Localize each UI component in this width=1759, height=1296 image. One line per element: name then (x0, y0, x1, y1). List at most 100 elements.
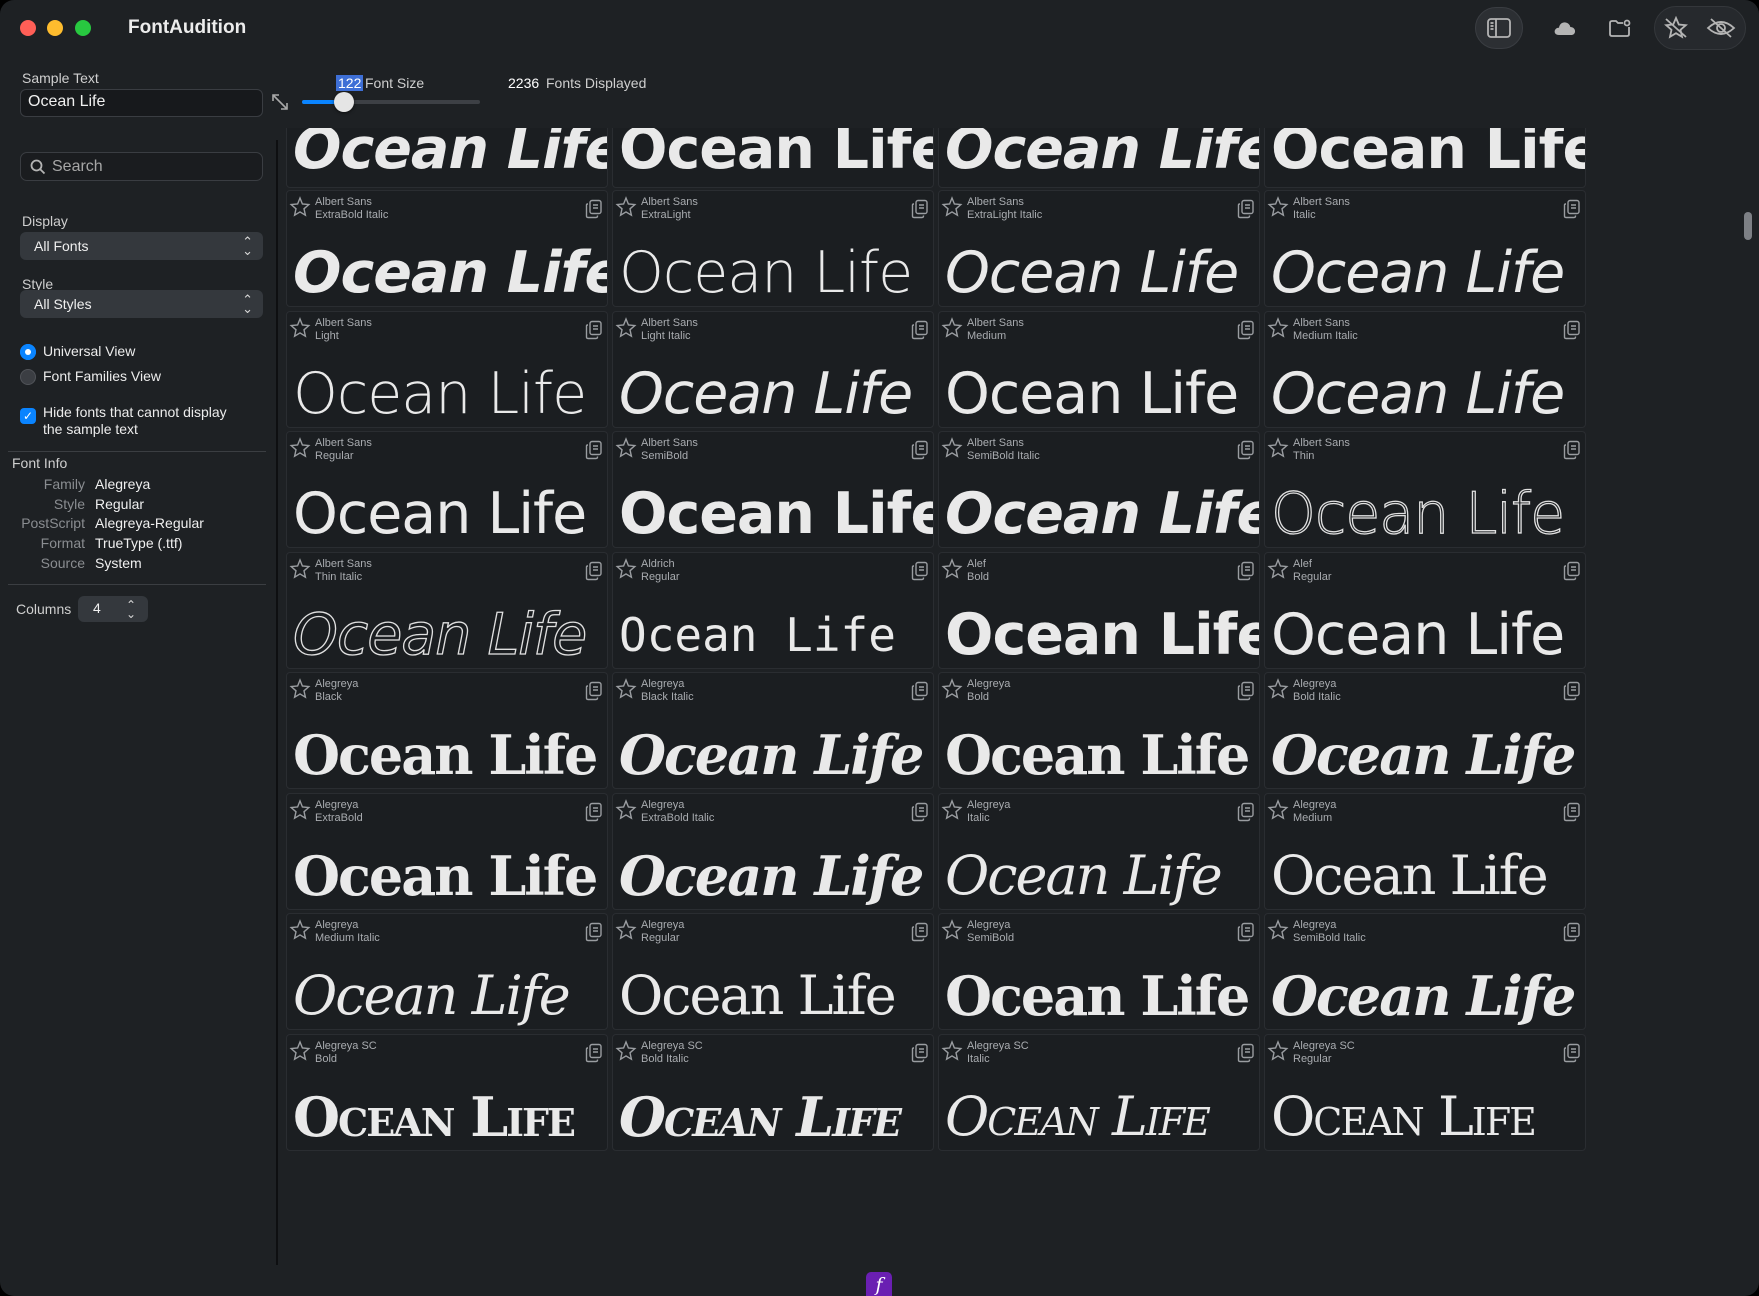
favorite-star-icon[interactable] (1267, 196, 1289, 218)
font-card[interactable]: Alegreya Italic Ocean Life (938, 792, 1260, 910)
font-card[interactable]: Alegreya Bold Italic Ocean Life (1264, 672, 1586, 789)
favorite-star-icon[interactable] (1267, 437, 1289, 459)
font-card[interactable]: Alegreya Black Ocean Life (286, 672, 608, 789)
copy-icon[interactable] (1237, 681, 1255, 701)
favorite-star-icon[interactable] (289, 919, 311, 941)
copy-icon[interactable] (1563, 1043, 1581, 1063)
font-card[interactable]: Albert Sans ExtraLight Ocean Life (612, 190, 934, 307)
favorite-star-icon[interactable] (941, 316, 963, 339)
font-card[interactable]: Albert Sans SemiBold Italic Ocean Life (938, 431, 1260, 548)
close-window-button[interactable] (20, 20, 36, 36)
favorite-star-icon[interactable] (615, 557, 637, 580)
copy-icon[interactable] (911, 199, 929, 219)
favorite-star-icon[interactable] (615, 678, 637, 700)
copy-icon[interactable] (1563, 922, 1581, 942)
favorite-star-icon[interactable] (1267, 678, 1289, 700)
expand-sample-button[interactable] (270, 92, 290, 112)
font-card[interactable]: Alegreya ExtraBold Italic Ocean Life (612, 792, 934, 910)
favorite-star-icon[interactable] (289, 316, 311, 339)
font-card[interactable]: Alegreya Regular Ocean Life (612, 913, 934, 1030)
copy-icon[interactable] (911, 802, 929, 822)
minimize-window-button[interactable] (47, 20, 63, 36)
copy-icon[interactable] (1237, 320, 1255, 340)
favorites-filter-button[interactable] (1652, 7, 1700, 49)
font-card[interactable]: Albert Sans ExtraLight Italic Ocean Life (938, 190, 1260, 307)
copy-icon[interactable] (1237, 199, 1255, 219)
copy-icon[interactable] (1563, 440, 1581, 460)
favorite-star-icon[interactable] (615, 437, 637, 459)
grid-scrollbar[interactable] (1741, 140, 1755, 1265)
font-card[interactable]: Alegreya SemiBold Italic Ocean Life (1264, 913, 1586, 1030)
font-card[interactable]: Alegreya SC Regular Ocean Life (1264, 1033, 1586, 1151)
favorite-star-icon[interactable] (1267, 1039, 1289, 1062)
copy-icon[interactable] (585, 681, 603, 701)
favorite-star-icon[interactable] (941, 678, 963, 700)
font-card[interactable]: Albert Sans Light Ocean Life (286, 310, 608, 428)
font-card[interactable]: Alegreya SC Italic Ocean Life (938, 1033, 1260, 1151)
font-card[interactable]: Albert Sans SemiBold Ocean Life (612, 431, 934, 548)
favorite-star-icon[interactable] (615, 196, 637, 218)
favorite-star-icon[interactable] (615, 1039, 637, 1062)
font-card[interactable]: Alegreya SemiBold Ocean Life (938, 913, 1260, 1030)
open-folder-button[interactable] (1596, 7, 1644, 49)
search-field[interactable]: Search (20, 152, 263, 181)
scroll-thumb[interactable] (1744, 212, 1752, 240)
copy-icon[interactable] (1563, 561, 1581, 581)
favorite-star-icon[interactable] (615, 919, 637, 941)
slider-knob[interactable] (333, 92, 354, 112)
favorite-star-icon[interactable] (941, 196, 963, 218)
font-card[interactable]: Alegreya ExtraBold Ocean Life (286, 792, 608, 910)
copy-icon[interactable] (1237, 802, 1255, 822)
copy-icon[interactable] (1563, 802, 1581, 822)
font-card[interactable]: Alef Bold Ocean Life (938, 551, 1260, 669)
favorite-star-icon[interactable] (289, 678, 311, 700)
font-card[interactable]: Ocean Life (286, 128, 608, 188)
font-card[interactable]: Albert Sans Medium Italic Ocean Life (1264, 310, 1586, 428)
copy-icon[interactable] (585, 922, 603, 942)
cloud-button[interactable] (1541, 7, 1589, 49)
font-card[interactable]: Alegreya SC Bold Italic Ocean Life (612, 1033, 934, 1151)
favorite-star-icon[interactable] (941, 557, 963, 580)
font-card[interactable]: Alegreya Bold Ocean Life (938, 672, 1260, 789)
columns-stepper[interactable]: 4 ⌃ ⌄ (78, 596, 148, 622)
favorite-star-icon[interactable] (941, 1039, 963, 1062)
font-card[interactable]: Albert Sans Thin Italic Ocean Life (286, 551, 608, 669)
favorite-star-icon[interactable] (289, 437, 311, 459)
copy-icon[interactable] (911, 922, 929, 942)
font-card[interactable]: Albert Sans Regular Ocean Life (286, 431, 608, 548)
sidebar-toggle-button[interactable] (1475, 7, 1523, 49)
font-card[interactable]: Alegreya Black Italic Ocean Life (612, 672, 934, 789)
font-card[interactable]: Albert Sans Light Italic Ocean Life (612, 310, 934, 428)
font-card[interactable]: Alegreya SC Bold Ocean Life (286, 1033, 608, 1151)
font-card[interactable]: Ocean Life (938, 128, 1260, 188)
font-families-view-radio[interactable]: Font Families View (20, 368, 161, 385)
favorite-star-icon[interactable] (1267, 919, 1289, 941)
copy-icon[interactable] (585, 440, 603, 460)
favorite-star-icon[interactable] (1267, 316, 1289, 339)
copy-icon[interactable] (585, 199, 603, 219)
font-card[interactable]: Alef Regular Ocean Life (1264, 551, 1586, 669)
copy-icon[interactable] (1563, 681, 1581, 701)
copy-icon[interactable] (585, 802, 603, 822)
copy-icon[interactable] (585, 1043, 603, 1063)
maximize-window-button[interactable] (75, 20, 91, 36)
font-card[interactable]: Albert Sans Italic Ocean Life (1264, 190, 1586, 307)
copy-icon[interactable] (1237, 440, 1255, 460)
font-card[interactable]: Alegreya Medium Ocean Life (1264, 792, 1586, 910)
font-size-slider[interactable] (302, 100, 480, 104)
universal-view-radio[interactable]: Universal View (20, 343, 135, 360)
favorite-star-icon[interactable] (615, 316, 637, 339)
copy-icon[interactable] (911, 1043, 929, 1063)
favorite-star-icon[interactable] (289, 798, 311, 821)
font-card[interactable]: Albert Sans ExtraBold Italic Ocean Life (286, 190, 608, 307)
favorite-star-icon[interactable] (289, 557, 311, 580)
copy-icon[interactable] (1237, 1043, 1255, 1063)
copy-icon[interactable] (585, 320, 603, 340)
favorite-star-icon[interactable] (941, 437, 963, 459)
favorite-star-icon[interactable] (615, 798, 637, 821)
style-popup[interactable]: All Styles ⌃ ⌄ (20, 290, 263, 318)
favorite-star-icon[interactable] (941, 798, 963, 821)
copy-icon[interactable] (1237, 922, 1255, 942)
font-card[interactable]: Alegreya Medium Italic Ocean Life (286, 913, 608, 1030)
font-card[interactable]: Aldrich Regular Ocean Life (612, 551, 934, 669)
